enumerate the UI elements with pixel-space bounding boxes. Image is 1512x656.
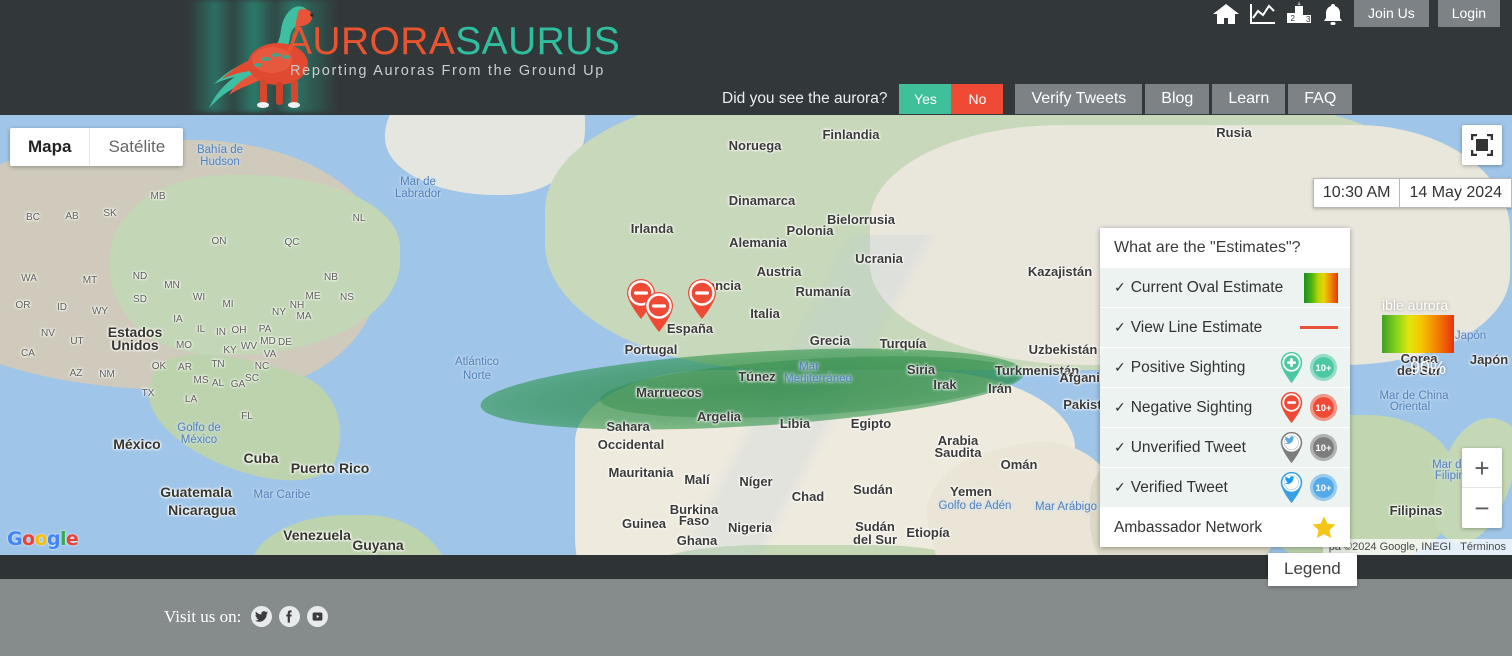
scale-caption: ible aurora xyxy=(1382,297,1449,313)
legend-row[interactable]: ✓ Verified Tweet 10+ xyxy=(1100,467,1350,507)
legend-label-text: Verified Tweet xyxy=(1130,478,1228,496)
social-links: Visit us on: xyxy=(164,606,329,627)
aurora-probability-scale: ible aurora 90% xyxy=(1382,297,1502,379)
legend-row-label: ✓ View Line Estimate xyxy=(1114,319,1262,337)
site-header: AURORASAURUS Reporting Auroras From the … xyxy=(0,0,1512,115)
home-icon[interactable] xyxy=(1212,2,1240,26)
view-line-swatch xyxy=(1300,326,1338,329)
facebook-icon[interactable] xyxy=(279,606,301,627)
nav-faq[interactable]: FAQ xyxy=(1288,83,1353,114)
map-type-control[interactable]: Mapa Satélite xyxy=(10,128,184,166)
login-button[interactable]: Login xyxy=(1437,0,1500,28)
legend-row-label: ✓ Positive Sighting xyxy=(1114,359,1245,377)
top-navigation: 1 2 3 Join Us Login xyxy=(1212,0,1500,28)
chart-icon[interactable] xyxy=(1249,2,1277,26)
checkmark-icon: ✓ xyxy=(1114,279,1126,295)
zoom-out-button[interactable]: − xyxy=(1462,488,1502,528)
legend-row[interactable]: ✓ Unverified Tweet 10+ xyxy=(1100,427,1350,467)
legend-label-text: Ambassador Network xyxy=(1114,518,1263,536)
map-marker-negative-sighting[interactable] xyxy=(643,291,675,333)
checkmark-icon: ✓ xyxy=(1114,479,1126,495)
youtube-icon[interactable] xyxy=(307,606,329,627)
scale-percent: 90% xyxy=(1410,358,1447,378)
legend-row-label: Ambassador Network xyxy=(1114,519,1262,537)
wordmark: AURORASAURUS xyxy=(286,20,620,64)
visit-us-label: Visit us on: xyxy=(164,606,242,626)
svg-text:10+: 10+ xyxy=(1315,403,1332,414)
nav-learn[interactable]: Learn xyxy=(1212,83,1286,114)
podium-icon[interactable]: 1 2 3 xyxy=(1286,2,1312,26)
svg-text:1: 1 xyxy=(1297,2,1301,7)
legend-row-art: 10+ xyxy=(1278,471,1338,504)
svg-text:10+: 10+ xyxy=(1315,443,1332,454)
star-icon xyxy=(1312,515,1336,538)
legend-row[interactable]: ✓ Current Oval Estimate xyxy=(1100,267,1350,307)
checkmark-icon: ✓ xyxy=(1114,439,1126,455)
legend-row-label: ✓ Unverified Tweet xyxy=(1114,439,1246,457)
legend-row-art: 10+ xyxy=(1278,391,1338,424)
zoom-in-button[interactable]: + xyxy=(1462,448,1502,488)
legend-row-label: ✓ Verified Tweet xyxy=(1114,479,1228,497)
map-type-satelite[interactable]: Satélite xyxy=(89,128,183,166)
map-timestamp: 10:30 AM 14 May 2024 xyxy=(1312,178,1512,208)
aurora-question-label: Did you see the aurora? xyxy=(722,89,888,107)
scale-gradient xyxy=(1382,315,1454,353)
google-logo: Google xyxy=(7,528,79,550)
legend-row-art xyxy=(1310,514,1338,542)
fullscreen-icon xyxy=(1471,134,1493,156)
legend-label-text: Positive Sighting xyxy=(1130,358,1246,376)
legend-label-text: Current Oval Estimate xyxy=(1130,278,1284,296)
site-tagline: Reporting Auroras From the Ground Up xyxy=(290,63,606,79)
legend-toggle-button[interactable]: Legend xyxy=(1268,553,1357,586)
legend-row-label: ✓ Current Oval Estimate xyxy=(1114,279,1283,297)
fullscreen-button[interactable] xyxy=(1462,125,1502,165)
wordmark-aurora: AURORA xyxy=(286,20,456,63)
legend-row[interactable]: ✓ View Line Estimate xyxy=(1100,307,1350,347)
nav-verify-tweets[interactable]: Verify Tweets xyxy=(1015,83,1143,114)
nav-blog[interactable]: Blog xyxy=(1145,83,1210,114)
legend-row-art: 10+ xyxy=(1278,431,1338,464)
checkmark-icon: ✓ xyxy=(1114,319,1126,335)
map-date: 14 May 2024 xyxy=(1400,178,1512,208)
aurorasaurus-page: AURORASAURUS Reporting Auroras From the … xyxy=(0,0,1512,656)
legend-row[interactable]: ✓ Positive Sighting 10+ xyxy=(1100,347,1350,387)
legend-row[interactable]: Ambassador Network xyxy=(1100,507,1350,547)
saw-aurora-yes-button[interactable]: Yes xyxy=(899,83,952,114)
map-marker-negative-sighting[interactable] xyxy=(686,278,718,320)
join-us-button[interactable]: Join Us xyxy=(1354,0,1429,28)
svg-text:10+: 10+ xyxy=(1315,363,1332,374)
oval-gradient-swatch xyxy=(1304,272,1338,303)
svg-text:2: 2 xyxy=(1291,14,1296,23)
legend-row-art: 10+ xyxy=(1278,351,1338,384)
site-footer: Visit us on: NSF xyxy=(0,579,1512,656)
map-type-mapa[interactable]: Mapa xyxy=(10,128,89,166)
legend-panel[interactable]: What are the "Estimates"? ✓ Current Oval … xyxy=(1100,228,1350,547)
bell-icon[interactable] xyxy=(1321,2,1345,26)
legend-row-art xyxy=(1304,272,1338,303)
legend-row-art xyxy=(1300,326,1338,329)
secondary-navigation: Did you see the aurora? Yes No Verify Tw… xyxy=(0,82,1512,115)
svg-text:10+: 10+ xyxy=(1315,483,1332,494)
checkmark-icon: ✓ xyxy=(1114,399,1126,415)
checkmark-icon: ✓ xyxy=(1114,359,1126,375)
terms-link[interactable]: Términos xyxy=(1460,541,1506,553)
legend-row-label: ✓ Negative Sighting xyxy=(1114,399,1252,417)
legend-label-text: Negative Sighting xyxy=(1130,398,1253,416)
twitter-icon[interactable] xyxy=(251,606,273,627)
wordmark-saurus: SAURUS xyxy=(455,20,621,63)
legend-rows: ✓ Current Oval Estimate ✓ View Line Estimat… xyxy=(1100,267,1350,547)
legend-label-text: View Line Estimate xyxy=(1130,318,1263,336)
svg-text:3: 3 xyxy=(1306,15,1311,24)
legend-title: What are the "Estimates"? xyxy=(1114,239,1301,256)
saw-aurora-no-button[interactable]: No xyxy=(951,83,1004,114)
legend-row[interactable]: ✓ Negative Sighting 10+ xyxy=(1100,387,1350,427)
legend-label-text: Unverified Tweet xyxy=(1130,438,1246,456)
map-zoom-control[interactable]: + − xyxy=(1462,448,1502,528)
map-time: 10:30 AM xyxy=(1312,178,1401,208)
